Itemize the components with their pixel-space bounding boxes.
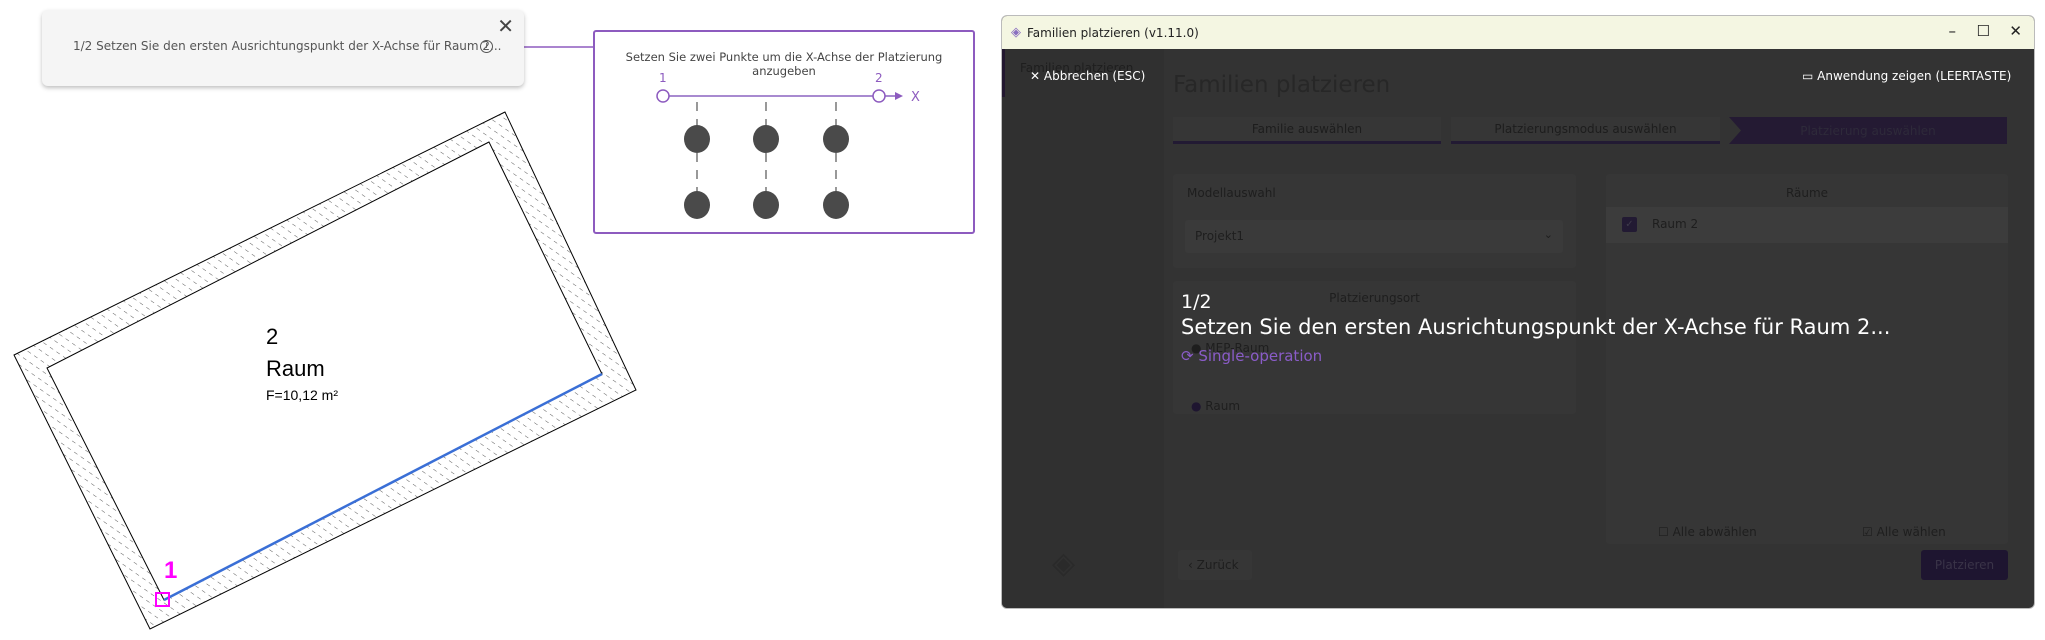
axis-diagram: 1 2 X [656, 71, 920, 219]
room-row-label: Raum 2 [1652, 217, 1699, 231]
model-dropdown-value: Projekt1 [1195, 229, 1245, 243]
model-panel: Modellauswahl Projekt1 ⌄ [1173, 174, 1576, 268]
room-wall [13, 111, 637, 630]
point-label: 1 [164, 557, 177, 584]
model-label: Modellauswahl [1187, 186, 1276, 200]
show-application-button[interactable]: ▭ Anwendung zeigen (LEERTASTE) [1802, 69, 2011, 83]
point2-label: 2 [875, 71, 883, 85]
step-familie-auswaehlen[interactable]: Familie auswählen [1173, 117, 1441, 144]
close-icon[interactable]: ✕ [497, 14, 514, 38]
repeat-icon: ⟳ [1181, 347, 1199, 365]
sidebar-selection-indicator [1002, 49, 1005, 97]
instruction-message: 1/2 Setzen Sie den ersten Ausrichtungspu… [73, 39, 502, 53]
show-application-label: Anwendung zeigen (LEERTASTE) [1817, 69, 2012, 83]
chevron-left-icon: ‹ [1188, 558, 1197, 572]
rooms-panel: Räume ✓ Raum 2 ☐ Alle abwählen ☑ Alle wä… [1606, 174, 2008, 544]
maximize-button[interactable]: ☐ [1977, 22, 1990, 40]
room-row[interactable]: ✓ Raum 2 [1606, 207, 2008, 243]
radio-raum[interactable]: ● Raum [1191, 399, 1240, 413]
point1-label: 1 [659, 71, 667, 85]
chevron-down-icon: ⌄ [1543, 228, 1553, 241]
app-icon: ◈ [1011, 25, 1021, 40]
rooms-header: Räume [1785, 186, 1829, 200]
checkbox-checked-small-icon: ☑ [1862, 525, 1877, 539]
hint-box: Setzen Sie zwei Punkte um die X-Achse de… [593, 30, 975, 234]
close-button[interactable]: ✕ [2009, 22, 2022, 40]
sidebar: Familien platzieren ◈ [1002, 49, 1164, 608]
back-label: Zurück [1196, 558, 1239, 572]
logo-icon: ◈ [1052, 546, 1076, 581]
page-heading: Familien platzieren [1173, 72, 1391, 98]
deselect-all-button[interactable]: ☐ Alle abwählen [1658, 525, 1757, 539]
title-bar[interactable]: ◈ Familien platzieren (v1.11.0) – ☐ ✕ [1002, 16, 2034, 49]
checkbox-checked-icon[interactable]: ✓ [1622, 217, 1637, 232]
window-icon: ▭ [1802, 69, 1818, 83]
place-button[interactable]: Platzieren [1921, 550, 2008, 580]
placement-label: Platzierungsort [1329, 291, 1420, 305]
room-area: F=10,12 m² [266, 387, 338, 403]
select-all-label: Alle wählen [1876, 525, 1946, 539]
info-icon[interactable]: i [480, 40, 493, 53]
select-all-button[interactable]: ☑ Alle wählen [1862, 525, 1946, 539]
point2-marker [872, 89, 886, 103]
mode-label: Single-operation [1198, 347, 1323, 365]
model-dropdown[interactable]: Projekt1 ⌄ [1185, 220, 1563, 253]
deselect-all-label: Alle abwählen [1672, 525, 1757, 539]
checkbox-icon: ☐ [1658, 525, 1673, 539]
mode-indicator: ⟳ Single-operation [1181, 347, 1322, 365]
back-button[interactable]: ‹ Zurück [1178, 550, 1252, 580]
cancel-button[interactable]: ✕ Abbrechen (ESC) [1030, 69, 1145, 83]
overlay-instruction: Setzen Sie den ersten Ausrichtungspunkt … [1181, 315, 1891, 339]
step-platzierungsmodus-auswaehlen[interactable]: Platzierungsmodus auswählen [1451, 117, 1720, 144]
app-window: ◈ Familien platzieren (v1.11.0) – ☐ ✕ Fa… [1001, 15, 2035, 609]
minimize-button[interactable]: – [1949, 22, 1957, 40]
step-platzierung-auswaehlen[interactable]: Platzierung auswählen [1729, 117, 2007, 144]
axis-label: X [911, 90, 920, 105]
arrow-icon [895, 92, 903, 100]
window-title: Familien platzieren (v1.11.0) [1027, 25, 1199, 40]
radio-raum-label: Raum [1205, 399, 1241, 413]
point1-marker [656, 89, 670, 103]
room-number: 2 [266, 324, 278, 349]
selected-wall-edge[interactable] [163, 372, 603, 602]
overlay-step: 1/2 [1181, 291, 1212, 313]
room-name: Raum [266, 356, 325, 381]
instruction-card: ✕ 1/2 Setzen Sie den ersten Ausrichtungs… [42, 10, 524, 86]
radio-selected-icon: ● [1191, 399, 1206, 413]
